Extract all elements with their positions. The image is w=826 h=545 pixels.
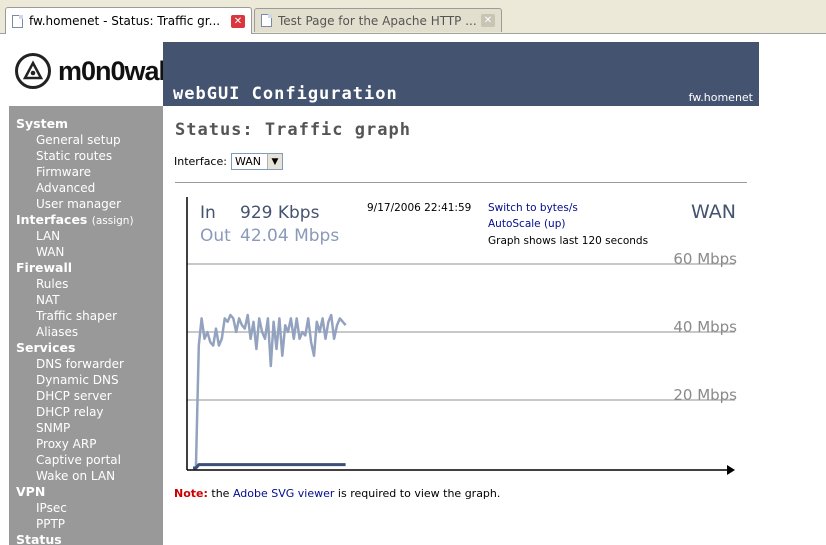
sidebar-item-general-setup[interactable]: General setup — [9, 132, 163, 148]
sidebar-section-status: Status — [16, 532, 62, 545]
sidebar-item-pptp[interactable]: PPTP — [9, 516, 163, 532]
divider — [175, 182, 747, 183]
svg-viewer-note: Note: the Adobe SVG viewer is required t… — [174, 487, 500, 500]
sidebar-section-interfaces: Interfaces (assign) — [9, 212, 163, 228]
m0n0wall-logo[interactable]: m0n0wall — [15, 53, 173, 89]
sidebar-item-advanced[interactable]: Advanced — [9, 180, 163, 196]
note-text-pre: the — [211, 487, 230, 500]
sidebar-item-rules[interactable]: Rules — [9, 276, 163, 292]
adobe-svg-viewer-link[interactable]: Adobe SVG viewer — [233, 487, 334, 500]
series-line-in — [193, 463, 346, 470]
interface-select-value: WAN — [234, 155, 261, 168]
graph-timestamp: 9/17/2006 22:41:59 — [367, 202, 471, 214]
switch-bytes-link[interactable]: Switch to bytes/s — [488, 202, 578, 214]
sidebar-item-traffic-shaper[interactable]: Traffic shaper — [9, 308, 163, 324]
sidebar-item-wan[interactable]: WAN — [9, 244, 163, 260]
tab-label: Test Page for the Apache HTTP ... — [278, 13, 477, 28]
assign-link[interactable]: (assign) — [92, 215, 134, 227]
note-label: Note: — [174, 487, 208, 500]
autoscale-link[interactable]: AutoScale (up) — [488, 218, 565, 230]
graph-duration: Graph shows last 120 seconds — [488, 235, 648, 247]
gridline-label: 60 Mbps — [673, 250, 737, 268]
graph-interface-name: WAN — [691, 201, 736, 223]
series-lines — [193, 313, 347, 470]
sidebar-item-nat[interactable]: NAT — [9, 292, 163, 308]
browser-tab-traffic-graph[interactable]: fw.homenet - Status: Traffic gr... ✕ — [5, 7, 252, 34]
sidebar-item-dns-forwarder[interactable]: DNS forwarder — [9, 356, 163, 372]
sidebar-section-label: Interfaces — [16, 212, 88, 227]
sidebar-item-static-routes[interactable]: Static routes — [9, 148, 163, 164]
interface-select[interactable]: WAN ▼ — [230, 153, 283, 170]
gridline-label: 40 Mbps — [673, 318, 737, 336]
sidebar-item-dhcp-server[interactable]: DHCP server — [9, 388, 163, 404]
x-axis-arrow-icon — [727, 465, 735, 475]
page-title: Status: Traffic graph — [175, 120, 411, 140]
header-title: webGUI Configuration — [173, 84, 398, 104]
in-label: In — [200, 203, 216, 223]
sidebar-item-captive-portal[interactable]: Captive portal — [9, 452, 163, 468]
sidebar-item-snmp[interactable]: SNMP — [9, 420, 163, 436]
out-value: 42.04 Mbps — [240, 226, 339, 246]
note-text-post: is required to view the graph. — [337, 487, 501, 500]
logo-text: m0n0wall — [58, 55, 173, 86]
sidebar-item-aliases[interactable]: Aliases — [9, 324, 163, 340]
sidebar-section-services: Services — [16, 340, 76, 355]
interface-label: Interface: — [174, 155, 227, 168]
gridline-label: 20 Mbps — [673, 386, 737, 404]
page-icon — [261, 14, 272, 27]
sidebar-item-ipsec[interactable]: IPsec — [9, 500, 163, 516]
browser-tab-apache[interactable]: Test Page for the Apache HTTP ... ✕ — [254, 8, 502, 32]
series-line-out — [193, 313, 347, 470]
close-tab-icon[interactable]: ✕ — [481, 14, 495, 27]
tab-label: fw.homenet - Status: Traffic gr... — [29, 14, 221, 28]
out-label: Out — [200, 226, 231, 246]
sidebar-item-wake-on-lan[interactable]: Wake on LAN — [9, 468, 163, 484]
close-tab-icon[interactable]: ✕ — [231, 14, 245, 28]
header-hostname: fw.homenet — [688, 91, 753, 104]
logo-emblem-icon — [15, 53, 51, 89]
chevron-down-icon[interactable]: ▼ — [266, 154, 282, 169]
sidebar-section-system: System — [16, 116, 69, 131]
sidebar-nav: System General setup Static routes Firmw… — [9, 106, 163, 545]
sidebar-item-dynamic-dns[interactable]: Dynamic DNS — [9, 372, 163, 388]
in-value: 929 Kbps — [240, 203, 320, 223]
browser-tab-strip: fw.homenet - Status: Traffic gr... ✕ Tes… — [0, 0, 826, 34]
sidebar-item-firmware[interactable]: Firmware — [9, 164, 163, 180]
sidebar-section-vpn: VPN — [16, 484, 46, 499]
gridline-labels: 60 Mbps 40 Mbps 20 Mbps — [673, 250, 737, 404]
sidebar-section-firewall: Firewall — [16, 260, 73, 275]
traffic-graph: 60 Mbps 40 Mbps 20 Mbps In 929 Kbps Out 42… — [186, 197, 737, 475]
sidebar-item-user-manager[interactable]: User manager — [9, 196, 163, 212]
page-icon — [12, 14, 23, 28]
sidebar-item-proxy-arp[interactable]: Proxy ARP — [9, 436, 163, 452]
interface-selector-row: Interface: WAN ▼ — [174, 153, 283, 170]
sidebar-item-lan[interactable]: LAN — [9, 228, 163, 244]
sidebar-item-dhcp-relay[interactable]: DHCP relay — [9, 404, 163, 420]
page-header: webGUI Configuration fw.homenet — [163, 42, 759, 106]
